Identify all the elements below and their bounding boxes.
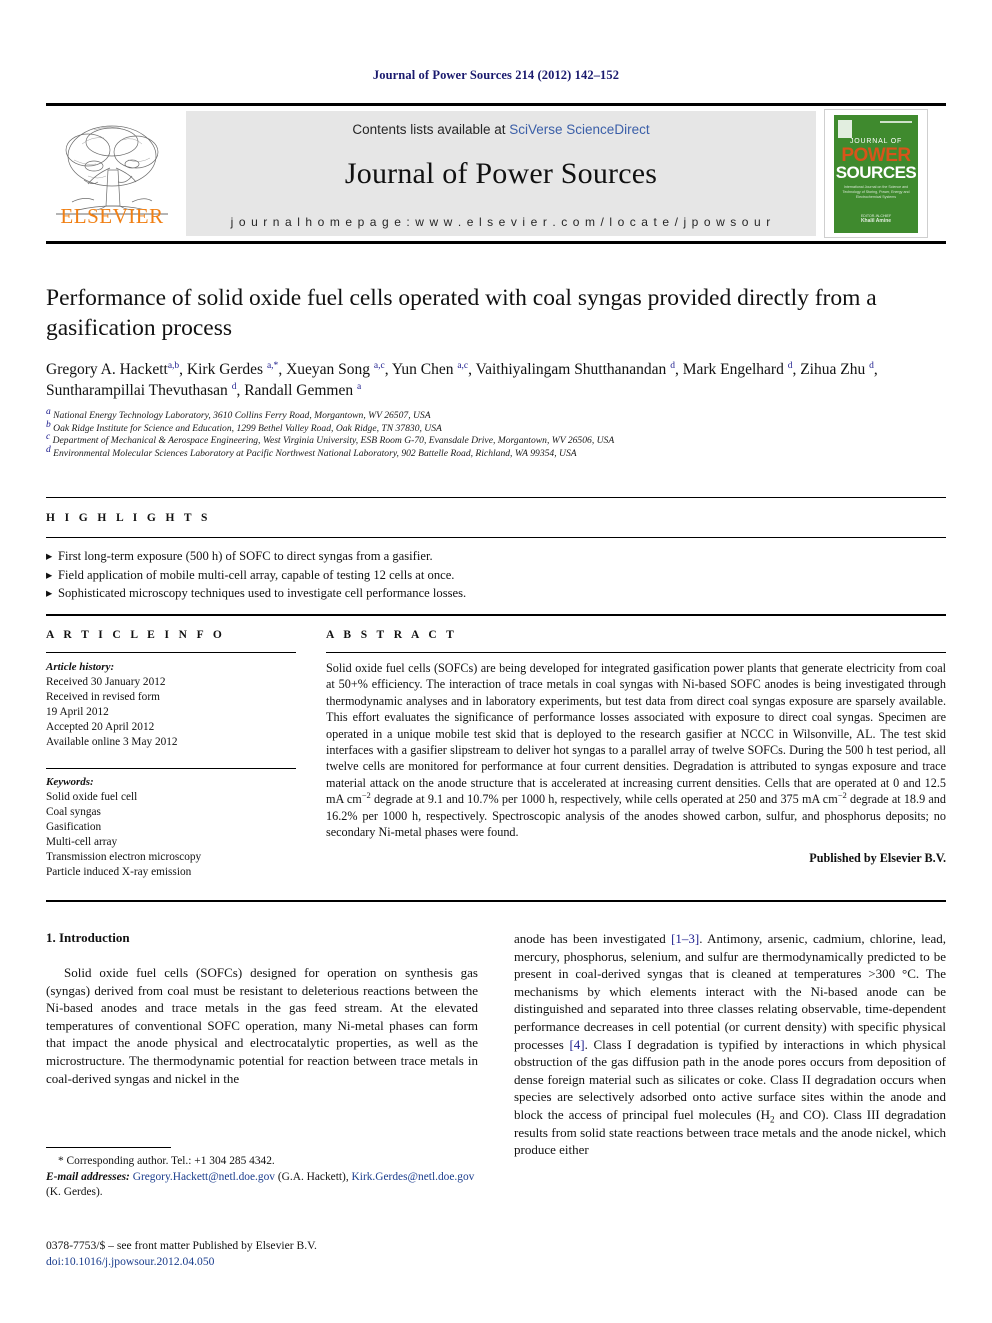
doi-link[interactable]: doi:10.1016/j.jpowsour.2012.04.050 (46, 1254, 546, 1270)
contents-prefix: Contents lists available at (352, 122, 510, 137)
keyword-item: Coal syngas (46, 806, 101, 818)
keyword-item: Solid oxide fuel cell (46, 791, 138, 803)
body-column-left: 1. Introduction Solid oxide fuel cells (… (46, 930, 478, 1087)
elsevier-wordmark: ELSEVIER (60, 204, 164, 228)
divider-above-highlights (46, 497, 946, 498)
body-column-right: anode has been investigated [1–3]. Antim… (514, 930, 946, 1159)
triangle-right-icon: ▸ (46, 549, 53, 563)
history-item: Available online 3 May 2012 (46, 736, 178, 748)
author-list: Gregory A. Hacketta,b, Kirk Gerdes a,*, … (46, 360, 878, 399)
cover-journal-of-label: JOURNAL OF (849, 138, 903, 145)
triangle-right-icon: ▸ (46, 567, 53, 582)
list-item: ▸ First long-term exposure (500 h) of SOF… (46, 547, 946, 566)
divider-below-highlights (46, 614, 946, 616)
article-info-column: A R T I C L E I N F O Article history: R… (46, 629, 296, 880)
email-addresses-label: E-mail addresses: (46, 1170, 130, 1183)
contents-available-line: Contents lists available at SciVerse Sci… (186, 122, 816, 137)
article-history-label: Article history: (46, 661, 115, 673)
published-by-line: Published by Elsevier B.V. (809, 851, 946, 866)
journal-homepage[interactable]: j o u r n a l h o m e p a g e : w w w . … (186, 215, 816, 229)
corresponding-author-note: * Corresponding author. Tel.: +1 304 285… (58, 1155, 275, 1167)
affiliation-item: d Environmental Molecular Sciences Labor… (46, 444, 577, 459)
paper-page: Journal of Power Sources 214 (2012) 142–… (0, 0, 992, 1323)
cover-top-rule (880, 121, 912, 123)
highlights-label: H I G H L I G H T S (46, 512, 211, 524)
journal-masthead: ELSEVIER Contents lists available at Sci… (46, 103, 946, 244)
keyword-item: Particle induced X-ray emission (46, 866, 192, 878)
keywords-label: Keywords: (46, 776, 94, 788)
affiliation-list: a National Energy Technology Laboratory,… (46, 406, 946, 460)
abstract-text: Solid oxide fuel cells (SOFCs) are being… (326, 661, 946, 840)
highlights-list: ▸ First long-term exposure (500 h) of SOF… (46, 538, 946, 603)
intro-paragraph-right: anode has been investigated [1–3]. Antim… (514, 931, 946, 1158)
abstract-label: A B S T R A C T (326, 629, 458, 641)
list-item: ▸ Sophisticated microscopy techniques use… (46, 584, 946, 603)
cover-elsevier-mark (838, 120, 852, 138)
running-head: Journal of Power Sources 214 (2012) 142–… (372, 68, 620, 82)
cover-editor-block: EDITOR-IN-CHIEF Khalil Amine (841, 214, 911, 224)
journal-banner: Contents lists available at SciVerse Sci… (186, 111, 816, 236)
highlight-text: Field application of mobile multi-cell a… (58, 567, 455, 582)
issn-front-matter: 0378-7753/$ – see front matter Published… (46, 1239, 317, 1252)
highlights-section: H I G H L I G H T S ▸ First long-term exp… (46, 512, 946, 603)
history-item: Received in revised form (46, 691, 160, 703)
cover-subtitle: International Journal on the Science and… (842, 185, 910, 199)
sciencedirect-link[interactable]: SciVerse ScienceDirect (509, 122, 649, 137)
abstract-column: A B S T R A C T Solid oxide fuel cells (… (326, 629, 946, 866)
affiliation-item: c Department of Mechanical & Aerospace E… (46, 432, 615, 447)
history-item: 19 April 2012 (46, 706, 109, 718)
cover-editor-name: Khalil Amine (860, 218, 892, 224)
history-item: Accepted 20 April 2012 (46, 721, 155, 733)
keywords-divider (46, 768, 296, 769)
page-title: Performance of solid oxide fuel cells op… (46, 285, 877, 341)
highlight-text: First long-term exposure (500 h) of SOFC… (58, 549, 433, 563)
affiliation-item: b Oak Ridge Institute for Science and Ed… (46, 419, 442, 434)
email-note: E-mail addresses: Gregory.Hackett@netl.d… (46, 1170, 478, 1201)
title-block: Performance of solid oxide fuel cells op… (46, 283, 946, 460)
cover-sources-word: SOURCES (835, 163, 917, 182)
issn-doi-block: 0378-7753/$ – see front matter Published… (46, 1238, 546, 1269)
list-item: ▸ Field application of mobile multi-cell … (46, 566, 946, 585)
article-info-label: A R T I C L E I N F O (46, 629, 226, 641)
footnotes-block: * Corresponding author. Tel.: +1 304 285… (46, 1147, 478, 1201)
intro-paragraph-left: Solid oxide fuel cells (SOFCs) designed … (46, 965, 478, 1086)
highlight-text: Sophisticated microscopy techniques used… (58, 586, 467, 600)
footnote-divider (46, 1147, 171, 1148)
triangle-right-icon: ▸ (46, 586, 53, 600)
keyword-item: Gasification (46, 821, 102, 833)
keyword-item: Multi-cell array (46, 836, 118, 848)
journal-title: Journal of Power Sources (344, 157, 658, 190)
history-item: Received 30 January 2012 (46, 676, 166, 688)
divider-below-abstract (46, 900, 946, 902)
section-heading-introduction: 1. Introduction (46, 930, 130, 945)
journal-cover-thumbnail[interactable]: JOURNAL OF POWER SOURCES International J… (824, 109, 928, 238)
affiliation-item: a National Energy Technology Laboratory,… (46, 406, 431, 421)
keyword-item: Transmission electron microscopy (46, 851, 202, 863)
